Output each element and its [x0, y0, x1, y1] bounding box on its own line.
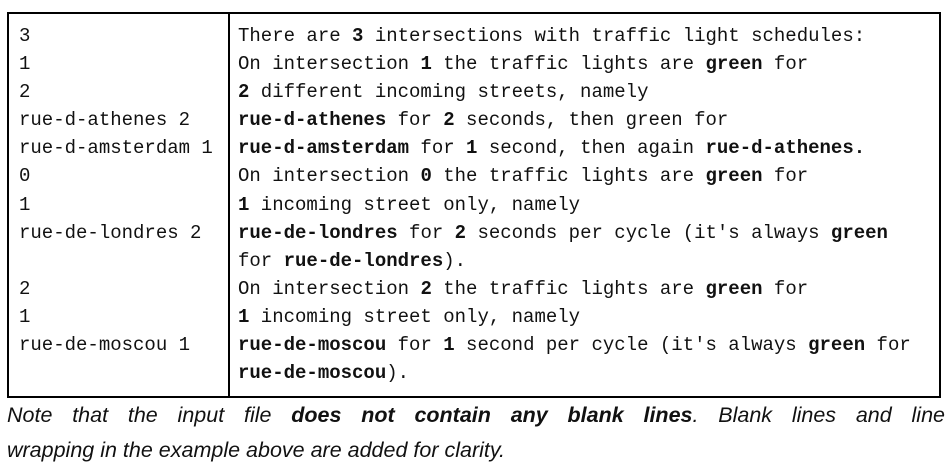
text: ). [443, 249, 467, 272]
note-text: Note that the input file [7, 403, 292, 427]
input-line: 1 [19, 305, 31, 328]
note-emphasis: does not contain any blank lines [291, 403, 693, 427]
bold-text: rue-de-londres [238, 221, 398, 244]
text: ). [386, 362, 410, 385]
bold-text: rue-d-amsterdam [238, 137, 410, 160]
bold-text: 1 [443, 334, 455, 357]
text: seconds, then green for [454, 109, 729, 132]
text: the traffic lights are [431, 53, 706, 76]
input-line: 1 [19, 193, 31, 216]
input-line: rue-d-athenes 2 [19, 109, 191, 132]
explanation-line: On intersection 1 the traffic lights are… [238, 50, 911, 78]
input-line: rue-de-moscou 1 [19, 334, 191, 357]
bold-text: 2 [443, 109, 455, 132]
text: the traffic lights are [431, 277, 706, 300]
text: for [762, 53, 809, 76]
input-line [19, 247, 213, 275]
bold-text: rue-d-athenes [238, 109, 387, 132]
text: incoming street only, namely [249, 193, 581, 216]
column-divider [228, 14, 230, 396]
text: the traffic lights are [431, 165, 706, 188]
bold-text: rue-de-moscou [238, 362, 387, 385]
text: for [762, 165, 809, 188]
explanation-line: rue-de-moscou for 1 second per cycle (it… [238, 331, 911, 359]
text: intersections with traffic light schedul… [363, 25, 866, 47]
bold-text: green [830, 221, 888, 244]
explanation-line: There are 3 intersections with traffic l… [238, 22, 911, 50]
bold-text: rue-d-athenes. [705, 137, 866, 160]
text: for [865, 334, 911, 357]
text: second per cycle (it's always [454, 334, 809, 357]
text: for [762, 277, 809, 300]
explanation-line: for rue-de-londres). [238, 247, 911, 275]
input-file-column: 3 1 2 rue-d-athenes 2 rue-d-amsterdam 1 0 1 rue… [19, 22, 213, 387]
explanation-line: rue-d-amsterdam for 1 second, then again… [238, 134, 911, 162]
bold-text: 1 [238, 193, 250, 216]
bold-text: 1 [420, 53, 432, 76]
bold-text: green [705, 53, 763, 76]
bold-text: green [808, 334, 866, 357]
bold-text: 2 [420, 277, 432, 300]
text: incoming street only, namely [249, 305, 581, 328]
explanation-line: 2 different incoming streets, namely [238, 78, 911, 106]
input-line: rue-d-amsterdam 1 [19, 137, 213, 160]
explanation-line: On intersection 2 the traffic lights are… [238, 275, 911, 303]
example-table: 3 1 2 rue-d-athenes 2 rue-d-amsterdam 1 0 1 rue… [7, 12, 941, 398]
explanation-line: 1 incoming street only, namely [238, 191, 911, 219]
bold-text: green [705, 165, 763, 188]
input-line: 3 [19, 25, 31, 47]
bold-text: 1 [466, 137, 478, 160]
bold-text: rue-de-londres [283, 249, 444, 272]
input-line [19, 359, 213, 387]
bold-text: rue-de-moscou [238, 334, 387, 357]
bold-text: 3 [352, 25, 364, 47]
bold-text: 2 [238, 81, 250, 104]
text: second, then again [477, 137, 706, 160]
text: There are [238, 25, 353, 47]
text: for [386, 109, 444, 132]
text: seconds per cycle (it's always [466, 221, 831, 244]
bold-text: 2 [454, 221, 467, 244]
text: for [238, 249, 284, 272]
explanation-line: rue-d-athenes for 2 seconds, then green … [238, 106, 911, 134]
text: different incoming streets, namely [249, 81, 649, 104]
note-text: . Blank lines and line [692, 403, 945, 427]
text: for [397, 221, 455, 244]
note-paragraph: Note that the input file does not contai… [7, 398, 945, 468]
input-line: 2 [19, 81, 31, 104]
input-line: 1 [19, 53, 31, 76]
explanation-column: There are 3 intersections with traffic l… [238, 22, 911, 387]
explanation-line: On intersection 0 the traffic lights are… [238, 162, 911, 190]
input-line: 2 [19, 277, 31, 300]
explanation-line: rue-de-moscou). [238, 359, 911, 387]
explanation-line: rue-de-londres for 2 seconds per cycle (… [238, 219, 911, 247]
text: On intersection [238, 165, 421, 188]
text: On intersection [238, 53, 421, 76]
bold-text: 1 [238, 305, 250, 328]
text: for [409, 137, 467, 160]
bold-text: green [705, 277, 763, 300]
input-line: 0 [19, 165, 31, 188]
text: On intersection [238, 277, 421, 300]
input-line: rue-de-londres 2 [19, 221, 202, 244]
note-text: wrapping in the example above are added … [7, 438, 505, 462]
bold-text: 0 [420, 165, 432, 188]
text: for [386, 334, 444, 357]
explanation-line: 1 incoming street only, namely [238, 303, 911, 331]
